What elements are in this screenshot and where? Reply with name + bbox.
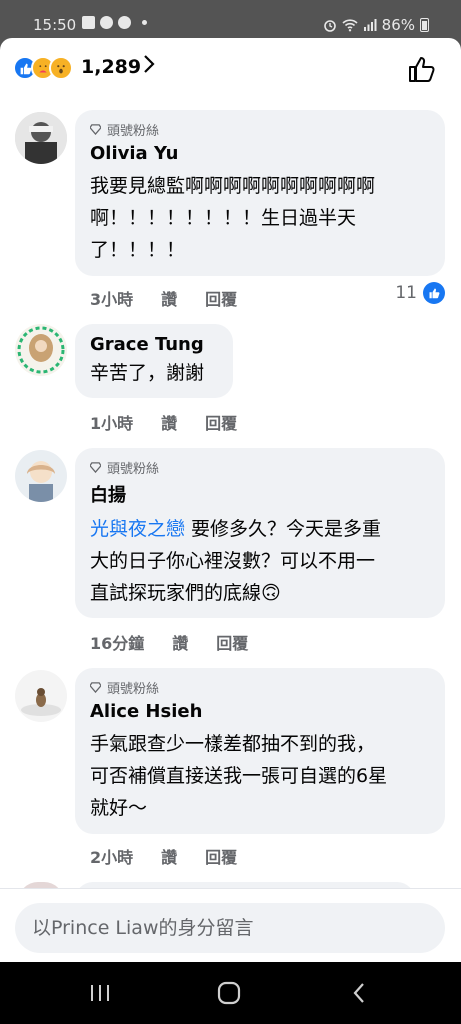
commenter-name[interactable]: Grace Tung	[90, 334, 218, 355]
reply-action[interactable]: 回覆	[205, 844, 237, 868]
comment-input[interactable]	[15, 903, 445, 953]
next-comment-peek	[0, 880, 461, 902]
comment-text-line: 啊！！！！！！！！生日過半天	[90, 207, 357, 229]
comment-item: Grace Tung 辛苦了，謝謝 1小時 讚 回覆	[0, 324, 461, 434]
reaction-icons	[13, 56, 73, 80]
system-nav-bar	[0, 962, 461, 1024]
mention-link[interactable]: 光與夜之戀	[90, 518, 185, 540]
recent-apps-icon[interactable]	[85, 980, 115, 1006]
status-right: 86%	[323, 16, 429, 34]
comment-text-line: 了！！！！	[90, 239, 186, 261]
comment-time: 16分鐘	[90, 634, 145, 653]
more-notifications-icon	[142, 20, 147, 25]
comment-text-line: 辛苦了，謝謝	[90, 362, 205, 384]
comment-composer	[0, 888, 461, 962]
reply-action[interactable]: 回覆	[216, 630, 248, 654]
messenger-icon	[118, 16, 131, 29]
reply-action[interactable]: 回覆	[205, 410, 237, 434]
wow-icon	[49, 56, 73, 80]
chevron-right-icon[interactable]	[143, 54, 155, 79]
avatar[interactable]	[15, 112, 67, 164]
reactions-header[interactable]: 1,289	[0, 38, 461, 100]
comment-text: 光與夜之戀 要修多久？今天是多重 大的日子你心裡沒數？可以不用一 直試探玩家們的…	[90, 513, 430, 609]
comment-text-line: 我要見總監啊啊啊啊啊啊啊啊啊啊	[90, 175, 376, 197]
comment-meta: 16分鐘 讚 回覆	[90, 630, 248, 654]
alarm-icon	[323, 20, 336, 32]
badge-label: 頭號粉絲	[107, 462, 160, 477]
comment-item: 頭號粉絲 白揚 光與夜之戀 要修多久？今天是多重 大的日子你心裡沒數？可以不用一…	[0, 448, 461, 658]
commenter-name[interactable]: Olivia Yu	[90, 143, 430, 164]
comment-text-line: 光與夜之戀 要修多久？今天是多重	[90, 513, 430, 545]
comment-bubble[interactable]: 頭號粉絲 Alice Hsieh 手氣跟查少一樣差都抽不到的我， 可否補償直接送…	[75, 668, 445, 834]
badge-label: 頭號粉絲	[107, 682, 160, 697]
like-action[interactable]: 讚	[172, 630, 188, 654]
app-icon	[100, 16, 113, 29]
comment-bubble[interactable]: Grace Tung 辛苦了，謝謝	[75, 324, 233, 398]
comment-bubble[interactable]: 頭號粉絲 白揚 光與夜之戀 要修多久？今天是多重 大的日子你心裡沒數？可以不用一…	[75, 448, 445, 618]
battery-percent: 86%	[381, 16, 415, 34]
comment-text-segment: 要修多久？今天是多重	[185, 518, 382, 540]
comment-text: 辛苦了，謝謝	[90, 357, 218, 389]
reply-action[interactable]: 回覆	[205, 286, 237, 310]
reaction-count[interactable]: 1,289	[81, 56, 141, 78]
wifi-icon	[342, 19, 358, 32]
comment-text: 我要見總監啊啊啊啊啊啊啊啊啊啊 啊！！！！！！！！生日過半天 了！！！！	[90, 170, 430, 266]
top-fan-badge: 頭號粉絲	[90, 120, 430, 139]
commenter-name[interactable]: Alice Hsieh	[90, 701, 430, 722]
comment-text-line: 直試探玩家們的底線🙃	[90, 582, 281, 604]
comment-text-line: 大的日子你心裡沒數？可以不用一	[90, 550, 376, 572]
comment-meta: 1小時 讚 回覆	[90, 410, 237, 434]
notification-icons	[82, 16, 147, 29]
comment-text-line: 就好〜	[90, 797, 148, 819]
comment-text-line: 手氣跟查少一樣差都抽不到的我，	[90, 733, 376, 755]
phone-screen: 15:50 86% 1,289 頭號粉絲 Olivia Yu 我要見總監啊啊啊啊…	[0, 0, 461, 1024]
status-time: 15:50	[33, 16, 77, 34]
comment-item: 頭號粉絲 Olivia Yu 我要見總監啊啊啊啊啊啊啊啊啊啊 啊！！！！！！！！…	[0, 110, 461, 320]
comment-meta: 3小時 讚 回覆	[90, 286, 237, 310]
like-action[interactable]: 讚	[161, 286, 177, 310]
like-count-value: 11	[395, 283, 417, 303]
like-icon	[423, 282, 445, 304]
diamond-icon	[90, 124, 101, 135]
comment-text-line: 可否補償直接送我一張可自選的6星	[90, 765, 388, 787]
avatar[interactable]	[15, 324, 67, 376]
comment-text: 手氣跟查少一樣差都抽不到的我， 可否補償直接送我一張可自選的6星 就好〜	[90, 728, 430, 824]
back-icon[interactable]	[344, 980, 374, 1006]
avatar[interactable]	[15, 670, 67, 722]
diamond-icon	[90, 682, 101, 693]
battery-icon	[420, 18, 429, 32]
comments-sheet: 1,289 頭號粉絲 Olivia Yu 我要見總監啊啊啊啊啊啊啊啊啊啊 啊！！…	[0, 38, 461, 962]
diamond-icon	[90, 462, 101, 473]
comment-time: 2小時	[90, 848, 134, 867]
comment-item: 頭號粉絲 Alice Hsieh 手氣跟查少一樣差都抽不到的我， 可否補償直接送…	[0, 668, 461, 878]
commenter-name[interactable]: 白揚	[90, 481, 430, 507]
like-action[interactable]: 讚	[161, 410, 177, 434]
signal-icon	[363, 19, 377, 31]
comment-time: 1小時	[90, 414, 134, 433]
top-fan-badge: 頭號粉絲	[90, 458, 430, 477]
home-icon[interactable]	[214, 980, 244, 1006]
comment-meta: 2小時 讚 回覆	[90, 844, 237, 868]
like-outline-button[interactable]	[407, 54, 437, 84]
comment-time: 3小時	[90, 290, 134, 309]
avatar[interactable]	[15, 450, 67, 502]
badge-label: 頭號粉絲	[107, 124, 160, 139]
like-action[interactable]: 讚	[161, 844, 177, 868]
comment-like-count[interactable]: 11	[395, 282, 445, 304]
top-fan-badge: 頭號粉絲	[90, 678, 430, 697]
gallery-icon	[82, 16, 95, 29]
comment-bubble[interactable]: 頭號粉絲 Olivia Yu 我要見總監啊啊啊啊啊啊啊啊啊啊 啊！！！！！！！！…	[75, 110, 445, 276]
